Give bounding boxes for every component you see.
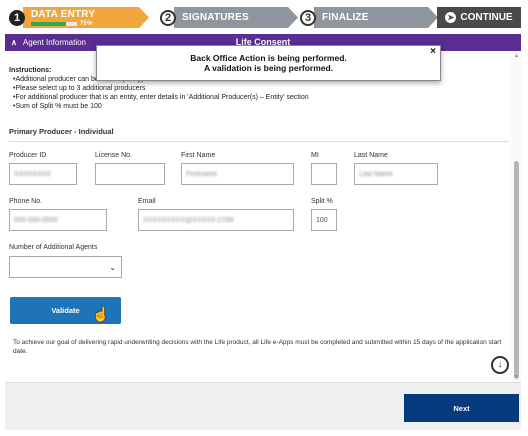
validation-message-dialog: Back Office Action is being performed. A…	[96, 45, 441, 81]
last-name-value: Last Name	[359, 170, 393, 178]
phone-no-value: 000-000-0000	[14, 216, 58, 224]
license-no-label: License No.	[95, 152, 132, 159]
hand-cursor-icon: ☝	[92, 306, 110, 322]
scroll-up-arrow-icon[interactable]: ▲	[514, 53, 519, 59]
scroll-down-arrow-icon[interactable]: ▼	[514, 374, 519, 380]
first-name-field[interactable]: Firstname	[181, 163, 294, 185]
instruction-item: Sum of Split % must be 100	[9, 102, 309, 111]
split-value: 100	[316, 216, 328, 224]
num-agents-label: Number of Additional Agents	[9, 244, 98, 251]
mi-label: MI	[311, 152, 319, 159]
arrow-right-circle-icon: ➤	[445, 12, 457, 23]
split-label: Split %	[311, 198, 333, 205]
data-entry-progress: 75%	[31, 21, 149, 27]
footer: Next	[5, 382, 521, 430]
first-name-value: Firstname	[186, 170, 218, 178]
step-finalize-body: FINALIZE	[314, 7, 438, 28]
step-label-data-entry: DATA ENTRY	[31, 8, 96, 20]
split-field[interactable]: 100	[311, 209, 337, 231]
divider	[9, 141, 509, 142]
email-value: XXXXXXXXX@XXXXX.COM	[143, 216, 234, 224]
scrollbar-thumb[interactable]	[514, 161, 519, 379]
producer-id-value: XXXXXXXX	[14, 170, 52, 178]
instruction-item: Please select up to 3 additional produce…	[9, 84, 309, 93]
content-scrollbar[interactable]: ▲ ▼	[511, 51, 521, 382]
phone-no-label: Phone No.	[9, 198, 43, 205]
section-title: Primary Producer - Individual	[9, 127, 114, 136]
progress-fill	[31, 22, 66, 26]
producer-id-field[interactable]: XXXXXXXX	[9, 163, 77, 185]
progress-percent: 75%	[80, 20, 93, 27]
mi-field[interactable]	[311, 163, 337, 185]
email-field[interactable]: XXXXXXXXX@XXXXX.COM	[138, 209, 294, 231]
step-label-finalize: FINALIZE	[322, 12, 369, 23]
instruction-item: For additional producer that is an entit…	[9, 93, 308, 102]
first-name-label: First Name	[181, 152, 216, 159]
continue-label: CONTINUE	[460, 12, 513, 23]
progress-steps: 1 DATA ENTRY 75% 2 SIGNATURES 3 FINALIZE…	[0, 0, 528, 34]
main-content: Instructions: Additional producer can be…	[5, 51, 521, 382]
message-line-1: Back Office Action is being performed.	[190, 53, 347, 63]
producer-id-label: Producer ID	[9, 152, 47, 159]
phone-no-field[interactable]: 000-000-0000	[9, 209, 107, 231]
last-name-field[interactable]: Last Name	[354, 163, 438, 185]
step-label-signatures: SIGNATURES	[182, 12, 249, 23]
close-icon[interactable]: ×	[430, 47, 436, 57]
num-agents-select[interactable]: ⌄	[9, 256, 122, 278]
scroll-down-icon[interactable]: ↓	[491, 356, 509, 374]
step-signatures-body: SIGNATURES	[174, 7, 298, 28]
next-button[interactable]: Next	[404, 394, 519, 422]
step-number-3: 3	[300, 9, 316, 26]
progress-track	[31, 22, 77, 26]
continue-button[interactable]: ➤ CONTINUE	[437, 7, 521, 28]
chevron-down-icon: ⌄	[109, 263, 116, 272]
step-signatures[interactable]: 2 SIGNATURES	[160, 7, 298, 28]
license-no-field[interactable]	[95, 163, 165, 185]
submission-notice: To achieve our goal of delivering rapid …	[13, 339, 502, 355]
message-line-2: A validation is being performed.	[203, 63, 334, 73]
step-finalize[interactable]: 3 FINALIZE	[300, 7, 438, 28]
step-number-2: 2	[160, 9, 176, 26]
step-number-1: 1	[9, 9, 25, 26]
step-data-entry[interactable]: 1 DATA ENTRY 75%	[9, 7, 149, 28]
step-data-entry-body: DATA ENTRY 75%	[23, 7, 149, 28]
email-label: Email	[138, 198, 156, 205]
last-name-label: Last Name	[354, 152, 388, 159]
